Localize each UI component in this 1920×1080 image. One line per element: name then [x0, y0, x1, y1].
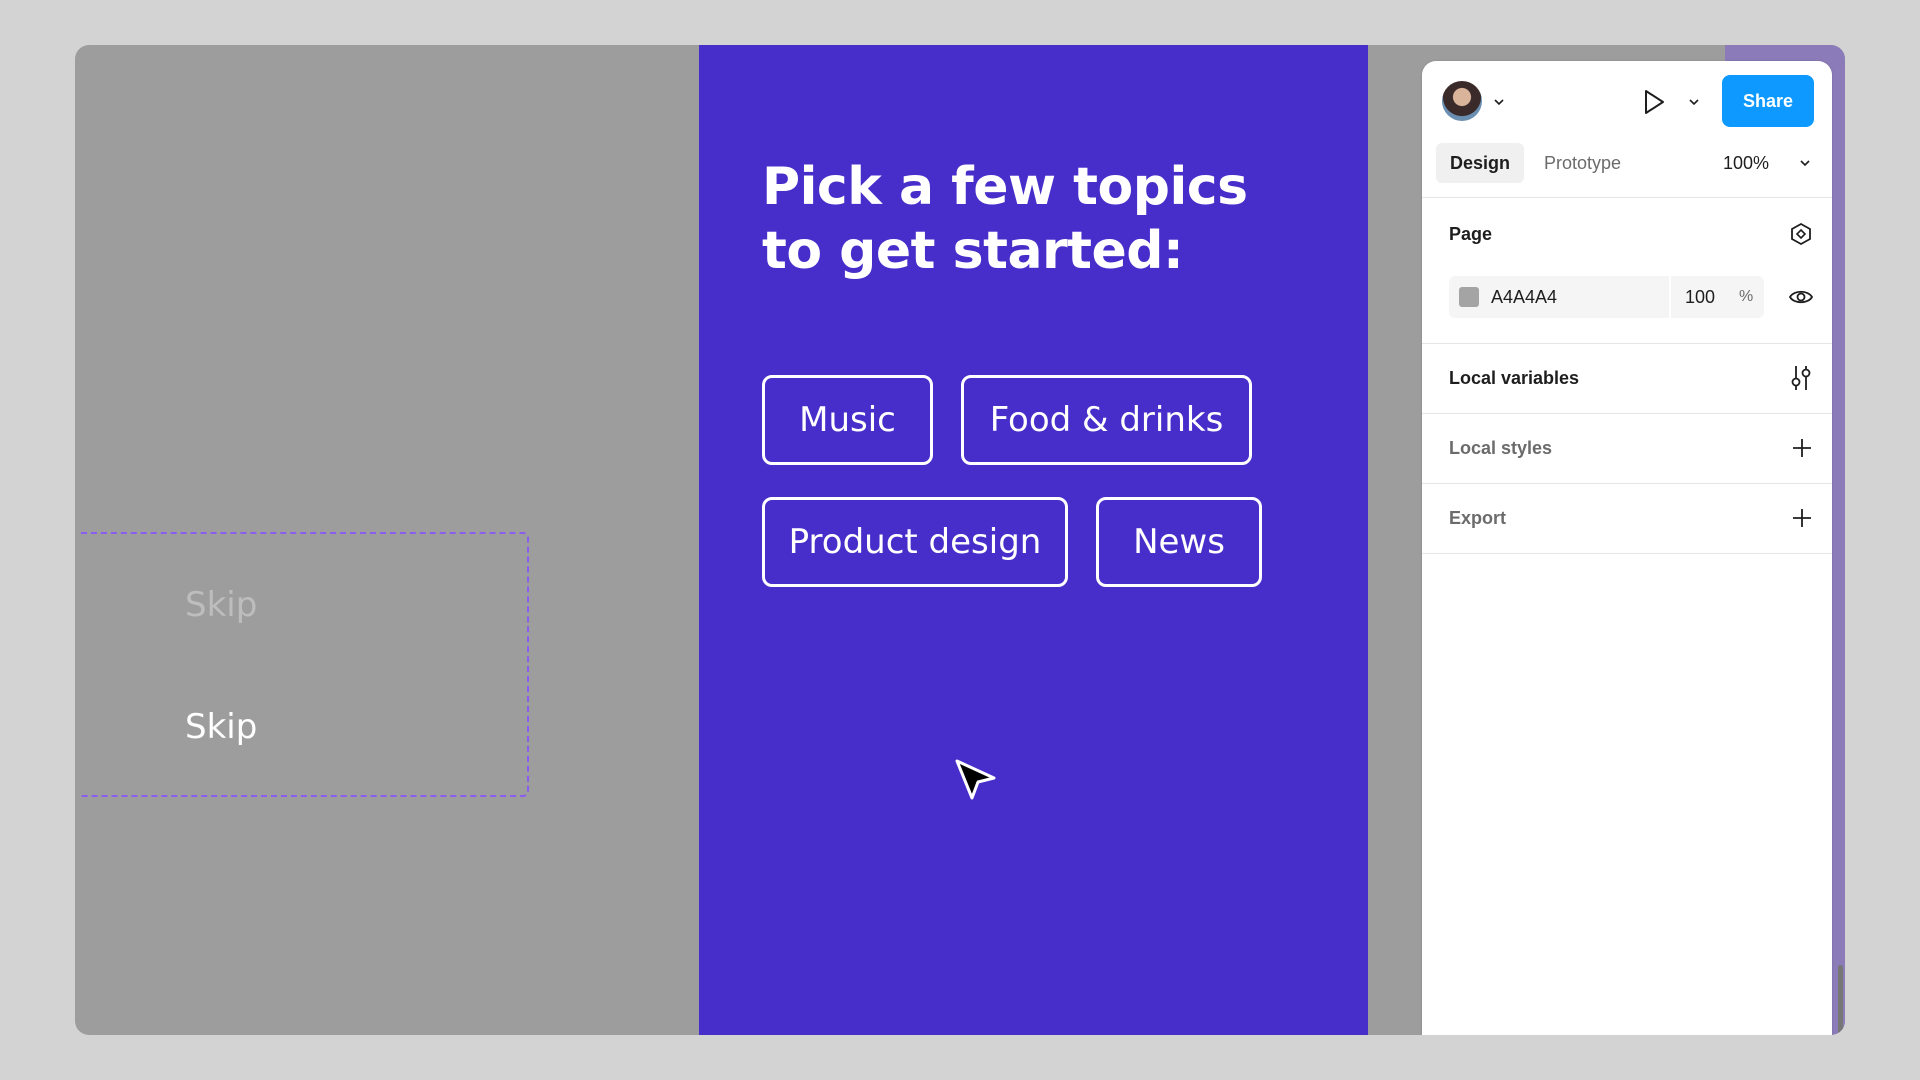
export-title: Export [1449, 508, 1507, 528]
play-icon[interactable] [1642, 89, 1666, 115]
topic-news-chip[interactable]: News [1096, 497, 1262, 587]
share-button[interactable]: Share [1722, 75, 1814, 127]
divider [1422, 553, 1832, 554]
properties-panel: Share Design Prototype 100% Page A4A4A4 … [1422, 61, 1832, 1035]
opacity-value[interactable]: 100 [1685, 276, 1715, 318]
cursor-icon [955, 759, 996, 800]
app-window: Skip Skip Pick a few topics to get start… [75, 45, 1845, 1035]
field-separator [1669, 276, 1671, 318]
chevron-down-icon[interactable] [1494, 97, 1504, 107]
chevron-down-icon[interactable] [1689, 97, 1699, 107]
skip-label-faded[interactable]: Skip [185, 585, 257, 625]
topic-music-chip[interactable]: Music [762, 375, 933, 465]
title-line-1: Pick a few topics [762, 157, 1248, 217]
zoom-dropdown[interactable]: 100% [1723, 143, 1769, 183]
zoom-value: 100% [1723, 152, 1770, 173]
frame-title: Pick a few topics to get started: [762, 155, 1248, 283]
topic-food-chip[interactable]: Food & drinks [961, 375, 1252, 465]
plus-icon[interactable] [1790, 506, 1814, 530]
page-section-title: Page [1449, 224, 1493, 244]
plus-icon[interactable] [1790, 436, 1814, 460]
component-icon[interactable] [1788, 221, 1814, 247]
divider [1422, 197, 1832, 198]
color-swatch[interactable] [1459, 287, 1479, 307]
tab-design[interactable]: Design [1436, 143, 1524, 183]
eye-icon[interactable] [1788, 284, 1814, 310]
local-variables-title: Local variables [1449, 368, 1580, 388]
topic-product-design-chip[interactable]: Product design [762, 497, 1068, 587]
local-styles-title: Local styles [1449, 438, 1553, 458]
avatar[interactable] [1442, 81, 1482, 121]
page-color-field[interactable]: A4A4A4 100 % [1449, 276, 1764, 318]
chevron-down-icon[interactable] [1800, 158, 1810, 168]
dashed-selection-frame[interactable] [81, 532, 529, 797]
sliders-icon[interactable] [1788, 364, 1814, 392]
scrollbar[interactable] [1838, 965, 1843, 1035]
color-hex-value[interactable]: A4A4A4 [1491, 276, 1557, 318]
skip-label[interactable]: Skip [185, 707, 257, 747]
divider [1422, 343, 1832, 344]
opacity-unit: % [1739, 288, 1754, 305]
topics-frame[interactable]: Pick a few topics to get started: Music … [699, 45, 1368, 1035]
title-line-2: to get started: [762, 221, 1184, 281]
divider [1422, 413, 1832, 414]
tab-prototype[interactable]: Prototype [1544, 143, 1621, 183]
divider [1422, 483, 1832, 484]
